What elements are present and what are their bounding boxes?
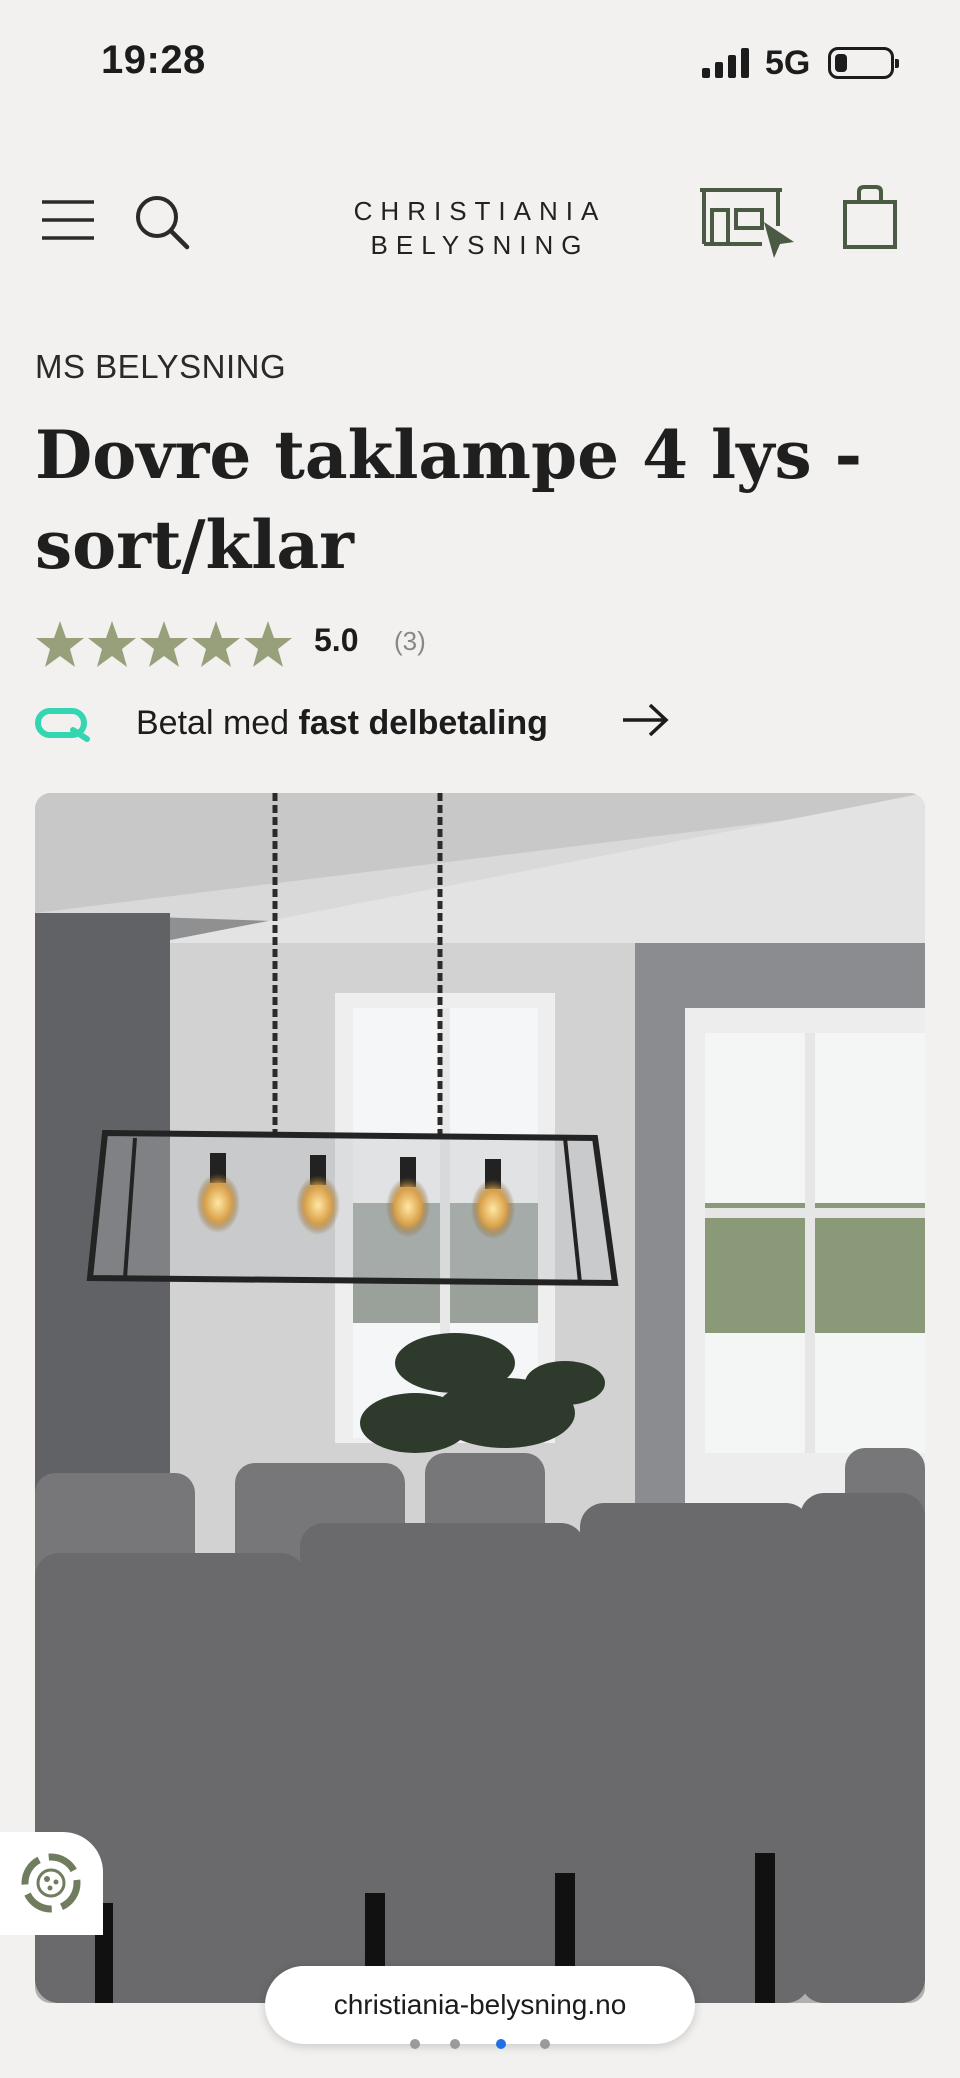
klarna-icon: [35, 708, 90, 742]
star-icon: [36, 621, 84, 667]
site-logo[interactable]: CHRISTIANIA BELYSNING: [330, 194, 630, 262]
recycle-badge[interactable]: [0, 1832, 103, 1935]
payment-emphasis: fast delbetaling: [298, 704, 548, 742]
product-photo: [35, 793, 925, 2003]
search-icon[interactable]: [134, 194, 190, 250]
payment-option-link[interactable]: Betal med fast delbetaling: [35, 700, 695, 750]
menu-icon[interactable]: [42, 198, 94, 242]
product-title: Dovre taklampe 4 lys - sort/klar: [35, 416, 862, 584]
star-icon: [244, 621, 292, 667]
logo-line-2: BELYSNING: [370, 230, 590, 260]
pagination-dot: [450, 2039, 460, 2049]
arrow-right-icon: [623, 703, 669, 737]
rating-value: 5.0: [314, 622, 359, 658]
signal-icon: [702, 48, 749, 78]
star-icon: [192, 621, 240, 667]
rating-stars[interactable]: [35, 619, 295, 669]
star-icon: [88, 621, 136, 667]
pagination-dot: [540, 2039, 550, 2049]
network-label: 5G: [765, 44, 811, 82]
pagination-dot-active: [496, 2039, 506, 2049]
store-locator-icon[interactable]: [698, 186, 800, 260]
recycle-icon: [21, 1853, 81, 1913]
review-count[interactable]: (3): [394, 626, 426, 657]
battery-icon: [828, 47, 899, 79]
payment-text: Betal med fast delbetaling: [136, 704, 548, 743]
product-brand[interactable]: MS BELYSNING: [35, 348, 286, 386]
star-icon: [140, 621, 188, 667]
payment-prefix: Betal med: [136, 704, 299, 742]
pagination-dot: [410, 2039, 420, 2049]
shopping-bag-icon[interactable]: [842, 184, 898, 250]
product-image[interactable]: [35, 793, 925, 2003]
logo-line-1: CHRISTIANIA: [353, 196, 607, 226]
status-time: 19:28: [101, 38, 206, 82]
browser-url-bar[interactable]: christiania-belysning.no: [265, 1966, 695, 2044]
gallery-pagination[interactable]: [405, 2038, 565, 2050]
